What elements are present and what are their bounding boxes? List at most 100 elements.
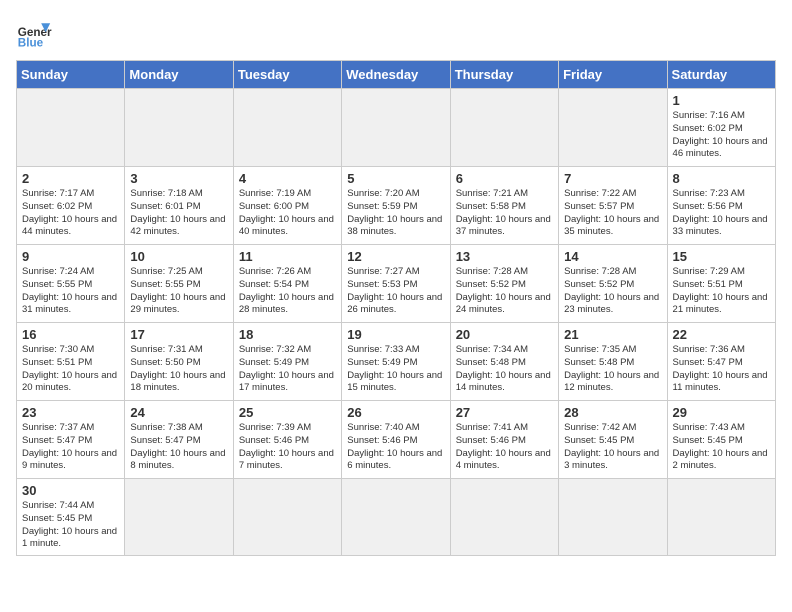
day-number: 25: [239, 405, 336, 420]
day-number: 14: [564, 249, 661, 264]
day-info: Sunrise: 7:35 AM Sunset: 5:48 PM Dayligh…: [564, 344, 661, 395]
day-number: 11: [239, 249, 336, 264]
day-info: Sunrise: 7:27 AM Sunset: 5:53 PM Dayligh…: [347, 266, 444, 317]
calendar-cell: 12 Sunrise: 7:27 AM Sunset: 5:53 PM Dayli…: [342, 245, 450, 323]
day-number: 22: [673, 327, 770, 342]
day-number: 30: [22, 483, 119, 498]
calendar-cell: 7Sunrise: 7:22 AM Sunset: 5:57 PM Daylig…: [559, 167, 667, 245]
calendar-cell: 18 Sunrise: 7:32 AM Sunset: 5:49 PM Dayli…: [233, 323, 341, 401]
calendar-cell: 3 Sunrise: 7:18 AM Sunset: 6:01 PM Daylig…: [125, 167, 233, 245]
day-number: 2: [22, 171, 119, 186]
day-info: Sunrise: 7:36 AM Sunset: 5:47 PM Dayligh…: [673, 344, 770, 395]
svg-text:Blue: Blue: [18, 37, 44, 50]
day-number: 10: [130, 249, 227, 264]
day-info: Sunrise: 7:43 AM Sunset: 5:45 PM Dayligh…: [673, 422, 770, 473]
day-number: 28: [564, 405, 661, 420]
calendar-week-row: 2Sunrise: 7:17 AM Sunset: 6:02 PM Daylig…: [17, 167, 776, 245]
day-info: Sunrise: 7:29 AM Sunset: 5:51 PM Dayligh…: [673, 266, 770, 317]
logo-icon: General Blue: [16, 16, 52, 52]
calendar-cell: [17, 89, 125, 167]
day-header-wednesday: Wednesday: [342, 61, 450, 89]
calendar-cell: 30 Sunrise: 7:44 AM Sunset: 5:45 PM Dayli…: [17, 479, 125, 556]
day-header-thursday: Thursday: [450, 61, 558, 89]
day-info: Sunrise: 7:23 AM Sunset: 5:56 PM Dayligh…: [673, 188, 770, 239]
calendar-cell: 29Sunrise: 7:43 AM Sunset: 5:45 PM Dayli…: [667, 401, 775, 479]
calendar-cell: 14 Sunrise: 7:28 AM Sunset: 5:52 PM Dayli…: [559, 245, 667, 323]
calendar-cell: 9 Sunrise: 7:24 AM Sunset: 5:55 PM Daylig…: [17, 245, 125, 323]
day-info: Sunrise: 7:42 AM Sunset: 5:45 PM Dayligh…: [564, 422, 661, 473]
calendar-week-row: 16 Sunrise: 7:30 AM Sunset: 5:51 PM Dayli…: [17, 323, 776, 401]
day-header-monday: Monday: [125, 61, 233, 89]
day-info: Sunrise: 7:32 AM Sunset: 5:49 PM Dayligh…: [239, 344, 336, 395]
calendar-cell: 15 Sunrise: 7:29 AM Sunset: 5:51 PM Dayli…: [667, 245, 775, 323]
calendar-cell: [342, 479, 450, 556]
calendar-cell: [559, 479, 667, 556]
day-header-tuesday: Tuesday: [233, 61, 341, 89]
calendar-cell: 8 Sunrise: 7:23 AM Sunset: 5:56 PM Daylig…: [667, 167, 775, 245]
calendar-cell: [667, 479, 775, 556]
day-number: 23: [22, 405, 119, 420]
day-info: Sunrise: 7:16 AM Sunset: 6:02 PM Dayligh…: [673, 110, 770, 161]
calendar-cell: [125, 479, 233, 556]
day-number: 3: [130, 171, 227, 186]
day-number: 13: [456, 249, 553, 264]
day-info: Sunrise: 7:20 AM Sunset: 5:59 PM Dayligh…: [347, 188, 444, 239]
day-number: 18: [239, 327, 336, 342]
day-info: Sunrise: 7:34 AM Sunset: 5:48 PM Dayligh…: [456, 344, 553, 395]
calendar-cell: 27Sunrise: 7:41 AM Sunset: 5:46 PM Dayli…: [450, 401, 558, 479]
calendar-cell: 26 Sunrise: 7:40 AM Sunset: 5:46 PM Dayli…: [342, 401, 450, 479]
calendar-cell: 23Sunrise: 7:37 AM Sunset: 5:47 PM Dayli…: [17, 401, 125, 479]
day-info: Sunrise: 7:28 AM Sunset: 5:52 PM Dayligh…: [564, 266, 661, 317]
calendar-cell: 2Sunrise: 7:17 AM Sunset: 6:02 PM Daylig…: [17, 167, 125, 245]
calendar-cell: 13Sunrise: 7:28 AM Sunset: 5:52 PM Dayli…: [450, 245, 558, 323]
day-info: Sunrise: 7:18 AM Sunset: 6:01 PM Dayligh…: [130, 188, 227, 239]
day-number: 26: [347, 405, 444, 420]
calendar-cell: [233, 89, 341, 167]
day-number: 21: [564, 327, 661, 342]
day-info: Sunrise: 7:25 AM Sunset: 5:55 PM Dayligh…: [130, 266, 227, 317]
calendar-cell: 17Sunrise: 7:31 AM Sunset: 5:50 PM Dayli…: [125, 323, 233, 401]
day-number: 27: [456, 405, 553, 420]
day-info: Sunrise: 7:30 AM Sunset: 5:51 PM Dayligh…: [22, 344, 119, 395]
day-number: 8: [673, 171, 770, 186]
day-number: 16: [22, 327, 119, 342]
day-number: 1: [673, 93, 770, 108]
calendar-cell: [559, 89, 667, 167]
day-number: 5: [347, 171, 444, 186]
calendar-cell: [125, 89, 233, 167]
day-info: Sunrise: 7:38 AM Sunset: 5:47 PM Dayligh…: [130, 422, 227, 473]
calendar-cell: 16 Sunrise: 7:30 AM Sunset: 5:51 PM Dayli…: [17, 323, 125, 401]
day-header-saturday: Saturday: [667, 61, 775, 89]
day-info: Sunrise: 7:40 AM Sunset: 5:46 PM Dayligh…: [347, 422, 444, 473]
calendar-cell: 5 Sunrise: 7:20 AM Sunset: 5:59 PM Daylig…: [342, 167, 450, 245]
day-info: Sunrise: 7:19 AM Sunset: 6:00 PM Dayligh…: [239, 188, 336, 239]
day-number: 24: [130, 405, 227, 420]
calendar-week-row: 1 Sunrise: 7:16 AM Sunset: 6:02 PM Daylig…: [17, 89, 776, 167]
calendar-cell: 21 Sunrise: 7:35 AM Sunset: 5:48 PM Dayli…: [559, 323, 667, 401]
days-header-row: SundayMondayTuesdayWednesdayThursdayFrid…: [17, 61, 776, 89]
calendar-week-row: 9 Sunrise: 7:24 AM Sunset: 5:55 PM Daylig…: [17, 245, 776, 323]
page-header: General Blue: [16, 16, 776, 52]
day-info: Sunrise: 7:24 AM Sunset: 5:55 PM Dayligh…: [22, 266, 119, 317]
calendar-cell: 20 Sunrise: 7:34 AM Sunset: 5:48 PM Dayli…: [450, 323, 558, 401]
calendar-cell: 6Sunrise: 7:21 AM Sunset: 5:58 PM Daylig…: [450, 167, 558, 245]
calendar-cell: 4 Sunrise: 7:19 AM Sunset: 6:00 PM Daylig…: [233, 167, 341, 245]
calendar-cell: [450, 479, 558, 556]
calendar-cell: 11Sunrise: 7:26 AM Sunset: 5:54 PM Dayli…: [233, 245, 341, 323]
day-info: Sunrise: 7:22 AM Sunset: 5:57 PM Dayligh…: [564, 188, 661, 239]
calendar-cell: [233, 479, 341, 556]
day-info: Sunrise: 7:44 AM Sunset: 5:45 PM Dayligh…: [22, 500, 119, 551]
calendar-cell: 1 Sunrise: 7:16 AM Sunset: 6:02 PM Daylig…: [667, 89, 775, 167]
day-number: 12: [347, 249, 444, 264]
day-number: 9: [22, 249, 119, 264]
calendar-cell: 19Sunrise: 7:33 AM Sunset: 5:49 PM Dayli…: [342, 323, 450, 401]
day-number: 4: [239, 171, 336, 186]
day-number: 20: [456, 327, 553, 342]
day-header-friday: Friday: [559, 61, 667, 89]
day-header-sunday: Sunday: [17, 61, 125, 89]
calendar-cell: [450, 89, 558, 167]
logo: General Blue: [16, 16, 52, 52]
day-number: 15: [673, 249, 770, 264]
calendar-week-row: 30 Sunrise: 7:44 AM Sunset: 5:45 PM Dayli…: [17, 479, 776, 556]
day-info: Sunrise: 7:31 AM Sunset: 5:50 PM Dayligh…: [130, 344, 227, 395]
